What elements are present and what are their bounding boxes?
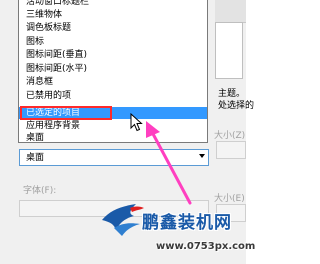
size-label: 大小(Z) xyxy=(214,131,246,141)
combo-value: 桌面 xyxy=(26,153,45,163)
list-item-selected[interactable]: 已选定的项目 xyxy=(19,107,207,119)
eagle-logo-icon xyxy=(102,204,144,236)
list-item[interactable]: 已禁用的项 xyxy=(19,90,207,102)
list-item[interactable]: 图标间距(垂直) xyxy=(19,49,207,61)
list-item[interactable]: 应用程序背景 xyxy=(19,120,207,132)
item-combo-box[interactable]: 桌面 xyxy=(19,149,209,166)
watermark-title: 鹏鑫装机网 xyxy=(142,213,232,233)
list-item[interactable]: 调色板标题 xyxy=(19,22,207,34)
list-item[interactable]: 图标 xyxy=(19,36,207,48)
list-item[interactable]: 消息框 xyxy=(19,76,207,88)
list-item[interactable]: 图标间距(水平) xyxy=(19,63,207,75)
list-item[interactable]: 三维物体 xyxy=(19,9,207,21)
list-item[interactable]: 活动窗口标题栏 xyxy=(19,0,207,8)
list-item[interactable]: 桌面 xyxy=(19,132,207,144)
item-dropdown-list[interactable]: 活动窗口标题栏 三维物体 调色板标题 图标 图标间距(垂直) 图标间距(水平) … xyxy=(18,0,208,143)
size-input[interactable] xyxy=(216,141,246,159)
mouse-pointer-icon xyxy=(130,113,143,132)
title-bar xyxy=(215,0,246,23)
chevron-down-icon[interactable] xyxy=(199,154,205,158)
description-text: 处选择的 xyxy=(218,101,255,111)
preview-panel xyxy=(215,22,243,79)
font-label: 字体(F): xyxy=(23,186,57,196)
watermark-url: www.0753px.com xyxy=(156,241,256,252)
watermark: 鹏鑫装机网 www.0753px.com xyxy=(100,198,255,264)
